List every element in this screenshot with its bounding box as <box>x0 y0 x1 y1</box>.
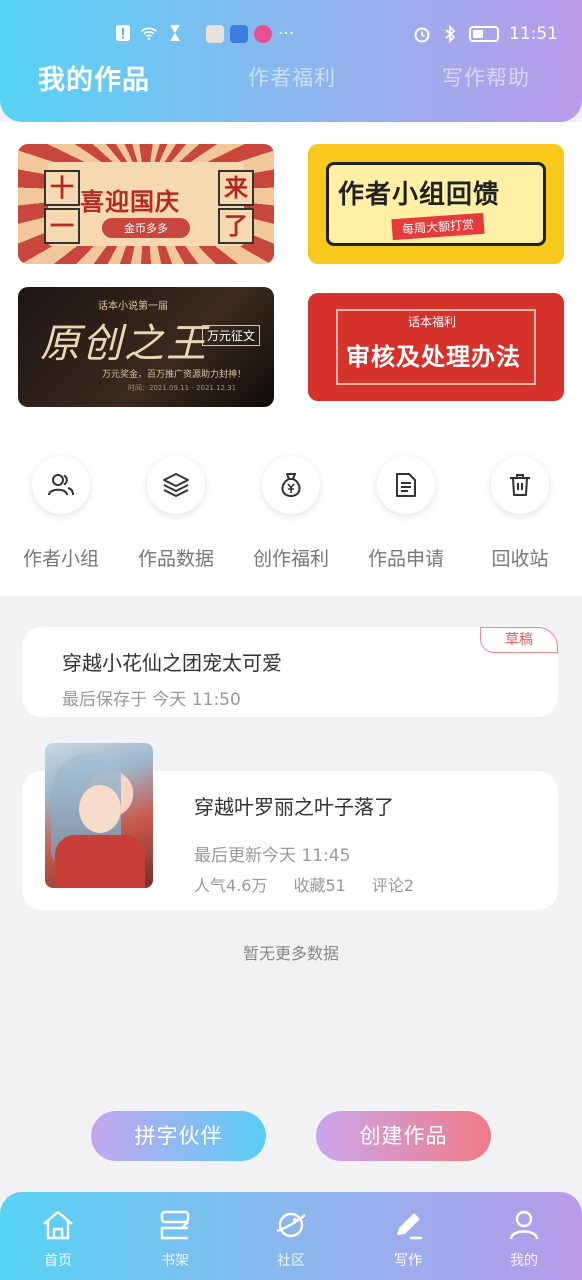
banner-author-group[interactable]: 作者小组回馈 每周大额打赏 <box>308 144 564 264</box>
nav-label: 首页 <box>44 1253 72 1269</box>
banner-subtitle: 金币多多 <box>102 218 190 238</box>
battery-icon <box>469 26 499 42</box>
draft-title: 穿越小花仙之团宠太可爱 <box>62 651 282 675</box>
wifi-icon <box>140 24 158 42</box>
users-icon <box>32 456 90 514</box>
tab-author-benefits[interactable]: 作者福利 <box>248 62 336 92</box>
banner-tag: 万元征文 <box>202 325 261 346</box>
banner-title: 原创之王 <box>40 321 208 367</box>
quick-creation-benefits[interactable]: 创作福利 <box>241 456 341 571</box>
nav-home[interactable]: 首页 <box>18 1206 98 1270</box>
writing-partner-button[interactable]: 拼字伙伴 <box>91 1111 266 1161</box>
draft-card[interactable]: 草稿 穿越小花仙之团宠太可爱 最后保存于 今天 11:50 <box>22 627 558 717</box>
bottom-nav: 首页 书架 社区 写作 我的 <box>0 1192 582 1280</box>
quick-works-data[interactable]: 作品数据 <box>126 456 226 571</box>
app-notification-icon <box>206 25 224 43</box>
banner-char: 来 <box>218 170 254 206</box>
banner-title: 审核及处理办法 <box>346 343 521 371</box>
no-more-data: 暂无更多数据 <box>242 944 339 963</box>
top-tabs: 我的作品 作者福利 写作帮助 <box>0 62 582 102</box>
quick-label: 作品数据 <box>137 548 214 570</box>
banner-char: 了 <box>218 208 254 244</box>
work-popularity: 人气4.6万 <box>194 876 268 895</box>
nav-label: 书架 <box>161 1253 189 1269</box>
planet-icon <box>251 1206 331 1244</box>
banner-date: 时间：2021.09.11 - 2021.12.31 <box>128 384 237 392</box>
banner-title: 作者小组回馈 <box>338 180 501 210</box>
user-icon <box>484 1206 564 1244</box>
quick-label: 创作福利 <box>252 548 329 570</box>
document-icon <box>377 456 435 514</box>
nav-label: 我的 <box>510 1253 538 1269</box>
quick-author-group[interactable]: 作者小组 <box>11 456 111 571</box>
home-icon <box>18 1206 98 1244</box>
more-icon: ··· <box>278 24 295 44</box>
nav-community[interactable]: 社区 <box>251 1206 331 1270</box>
bluetooth-icon <box>441 25 459 43</box>
work-updated: 最后更新今天 11:45 <box>194 846 351 866</box>
pen-icon <box>368 1206 448 1244</box>
banner-original-king[interactable]: 话本小说第一届 原创之王 万元征文 万元奖金，百万推广资源助力封神！ 时间：20… <box>18 287 274 407</box>
banner-national-day[interactable]: 十 一 来 了 喜迎国庆 金币多多 <box>18 144 274 264</box>
status-time: 11:51 <box>509 24 558 44</box>
quick-recycle-bin[interactable]: 回收站 <box>470 456 570 571</box>
quick-label: 作品申请 <box>367 548 444 570</box>
alert-icon <box>114 24 132 42</box>
bookshelf-icon <box>135 1206 215 1244</box>
banner-review-policy[interactable]: 话本福利 审核及处理办法 <box>308 293 564 401</box>
work-title: 穿越叶罗丽之叶子落了 <box>194 795 394 819</box>
tab-my-works[interactable]: 我的作品 <box>38 58 150 97</box>
draft-saved-time: 最后保存于 今天 11:50 <box>62 690 241 710</box>
tab-writing-help[interactable]: 写作帮助 <box>442 62 530 92</box>
trash-icon <box>491 456 549 514</box>
banner-top-line: 话本福利 <box>408 315 457 329</box>
quick-works-apply[interactable]: 作品申请 <box>356 456 456 571</box>
nav-label: 社区 <box>277 1253 305 1269</box>
quick-label: 回收站 <box>491 548 549 570</box>
banner-line: 万元奖金，百万推广资源助力封神！ <box>102 370 247 380</box>
nav-profile[interactable]: 我的 <box>484 1206 564 1270</box>
nav-write[interactable]: 写作 <box>368 1206 448 1270</box>
banner-char: 十 <box>44 170 80 206</box>
work-stats: 人气4.6万 收藏51 评论2 <box>194 872 414 896</box>
quick-label: 作者小组 <box>22 548 99 570</box>
layers-icon <box>147 456 205 514</box>
music-icon <box>254 25 272 43</box>
nav-label: 写作 <box>394 1253 422 1269</box>
header: ··· 11:51 我的作品 作者福利 写作帮助 <box>0 0 582 122</box>
banner-title: 喜迎国庆 <box>80 188 180 216</box>
money-bag-icon <box>262 456 320 514</box>
status-bar: ··· 11:51 <box>0 24 582 52</box>
work-comments: 评论2 <box>371 876 415 895</box>
work-favorites: 收藏51 <box>293 876 346 895</box>
puzzle-icon <box>230 25 248 43</box>
work-cover-image[interactable] <box>45 743 153 888</box>
banner-char: 一 <box>44 208 80 244</box>
banner-top-line: 话本小说第一届 <box>98 301 168 312</box>
hourglass-icon <box>166 24 184 42</box>
nav-bookshelf[interactable]: 书架 <box>135 1206 215 1270</box>
create-work-button[interactable]: 创建作品 <box>316 1111 491 1161</box>
draft-badge: 草稿 <box>480 627 558 653</box>
alarm-icon <box>413 25 431 43</box>
